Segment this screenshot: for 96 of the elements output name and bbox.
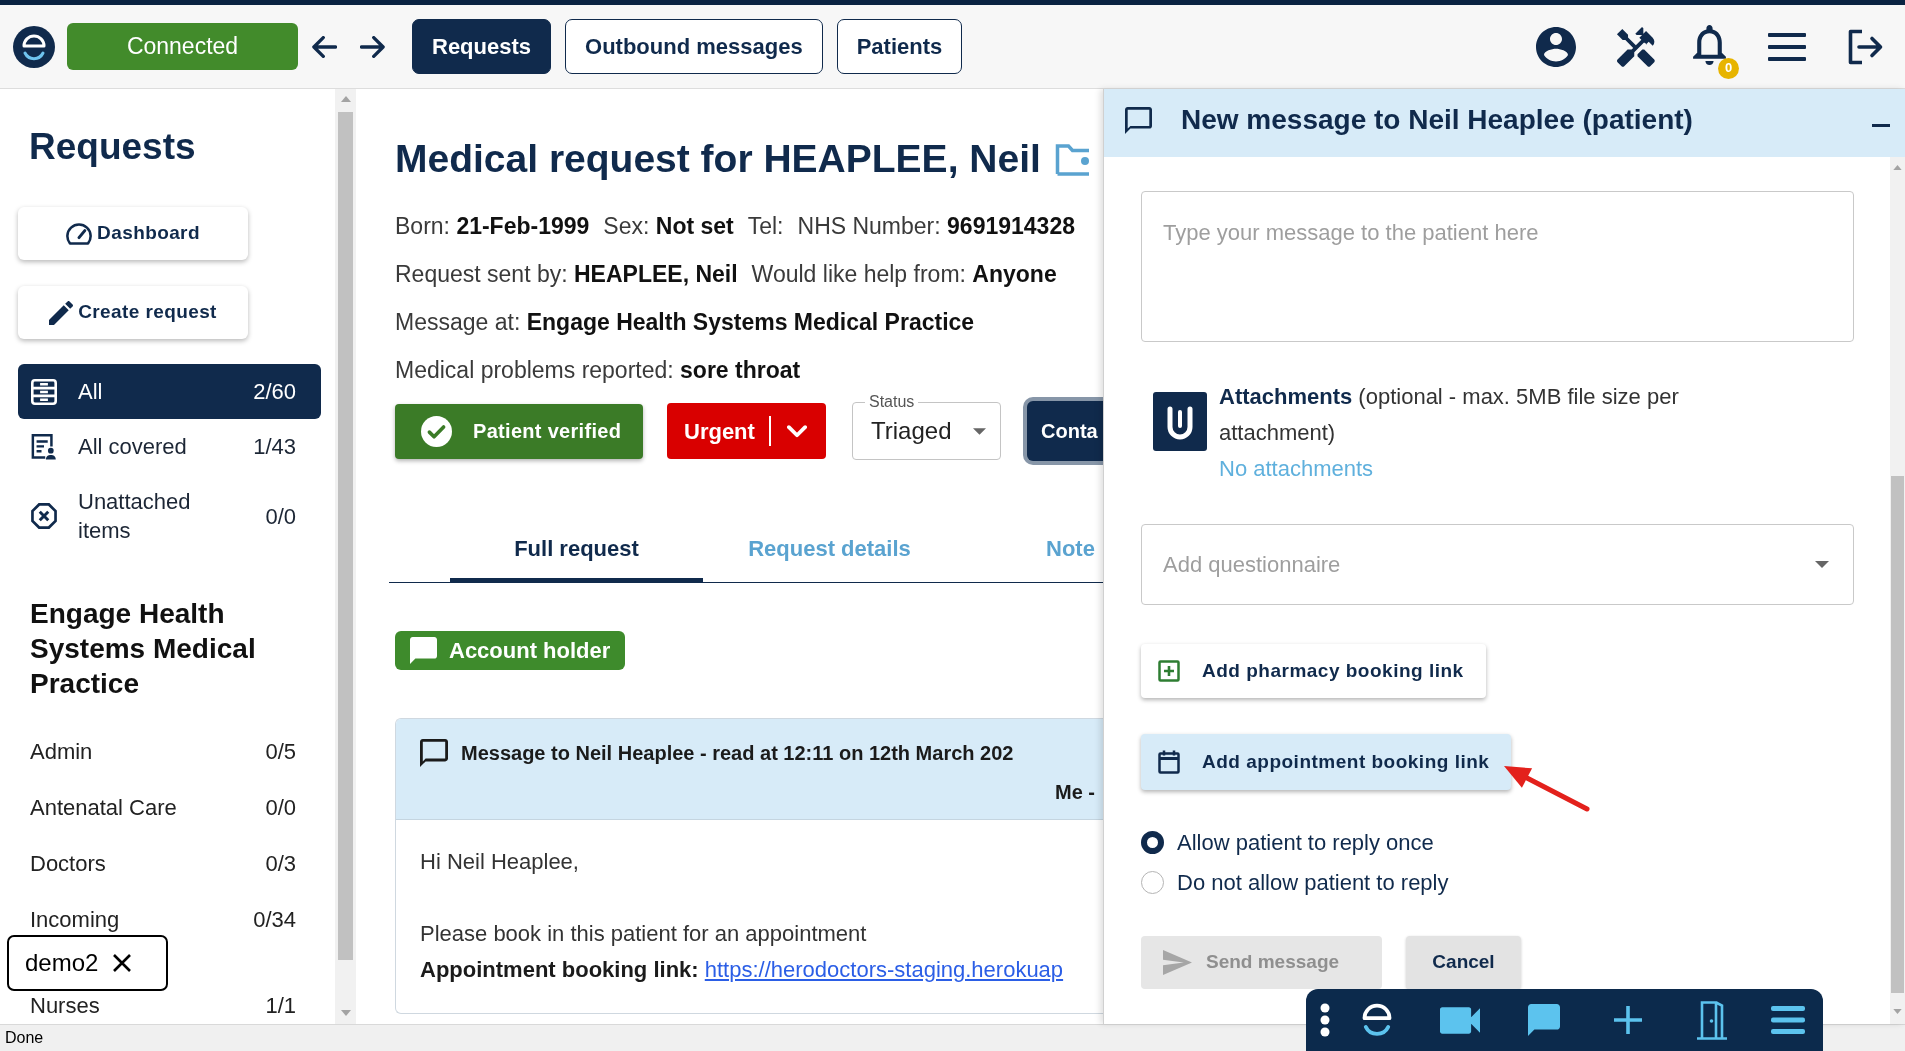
attachments-text: Attachments (optional - max. 5MB file size per attachment) — [1219, 383, 1680, 447]
reply-option-label[interactable]: Do not allow patient to reply — [1177, 865, 1449, 899]
caret-down-icon[interactable] — [1815, 561, 1829, 568]
team-label[interactable]: Nurses — [30, 993, 100, 1019]
chat-bubble-icon — [1125, 106, 1152, 134]
door-icon[interactable] — [1694, 1000, 1730, 1040]
plus-square-icon — [1158, 660, 1180, 682]
team-count: 0/3 — [265, 851, 296, 877]
user-icon[interactable] — [1536, 26, 1576, 67]
detail-text: Message at: Engage Health Systems Medical Practice — [395, 307, 975, 337]
detail-text: NHS Number: 9691914328 — [797, 211, 1075, 241]
priority-button[interactable]: Urgent — [667, 403, 826, 459]
item-count: 2/60 — [253, 378, 296, 406]
request-title: Medical request for HEAPLEE, Neil — [395, 136, 1041, 182]
booking-link-text: Appointment booking link: https://herodoctors-staging.herokuap — [420, 956, 1064, 984]
sidebar-title: Requests — [29, 125, 196, 169]
team-count: 0/0 — [265, 795, 296, 821]
message-sender: Me - — [1055, 780, 1095, 805]
booking-link[interactable]: https://herodoctors-staging.herokuap — [704, 957, 1064, 982]
team-label[interactable]: Admin — [30, 739, 93, 765]
status-text: Done — [5, 1028, 44, 1048]
composer-title: New message to Neil Heaplee (patient) — [1181, 103, 1693, 137]
logout-icon[interactable] — [1846, 27, 1884, 66]
item-count: 1/43 — [253, 433, 296, 461]
calendar-icon — [1158, 750, 1180, 774]
team-label[interactable]: Incoming — [30, 907, 120, 933]
detail-text: Request sent by: HEAPLEE, Neil — [395, 259, 738, 289]
questionnaire-select[interactable]: Add questionnaire — [1141, 524, 1854, 605]
detail-text: Would like help from: Anyone — [751, 259, 1057, 289]
session-name: demo2 — [25, 948, 99, 978]
caret-down-icon — [973, 427, 986, 435]
detail-text: Sex: Not set — [603, 211, 734, 241]
team-count: 1/1 — [265, 993, 296, 1019]
booking-link-button[interactable]: Add pharmacy booking link — [1141, 644, 1486, 698]
x-octagon-icon — [31, 503, 57, 529]
item-count: 0/0 — [265, 502, 296, 531]
close-icon[interactable] — [112, 953, 133, 973]
connection-status: Connected — [67, 23, 298, 70]
message-text: Hi Neil Heaplee, — [420, 848, 579, 876]
questionnaire-input[interactable]: Add questionnaire — [1163, 548, 1815, 581]
nav-tab[interactable]: Outbound messages — [565, 19, 823, 74]
patient-verified-button[interactable]: Patient verified — [395, 403, 643, 459]
practice-heading: Engage Health Systems Medical Practice — [30, 597, 257, 701]
notification-badge: 0 — [1718, 57, 1739, 79]
logo-icon[interactable] — [1362, 1003, 1392, 1037]
account-holder-label: Account holder — [449, 637, 611, 665]
plus-icon[interactable] — [1613, 1005, 1643, 1035]
detail-text: Tel: — [747, 211, 784, 241]
chat-bubble-icon — [420, 739, 448, 767]
nav-tab[interactable]: Requests — [412, 19, 552, 74]
filter-item[interactable]: Unattached items 0/0 — [18, 474, 321, 558]
chat-bubble-icon[interactable] — [1528, 1004, 1560, 1036]
bell-icon[interactable] — [1693, 24, 1726, 65]
attachments-status: No attachments — [1219, 455, 1374, 483]
logo-icon[interactable] — [13, 25, 55, 68]
minimize-icon[interactable] — [1872, 123, 1890, 127]
video-camera-icon[interactable] — [1440, 1006, 1480, 1034]
reply-option-label[interactable]: Allow patient to reply once — [1177, 825, 1434, 859]
team-count: 0/5 — [265, 739, 296, 765]
menu-icon[interactable] — [1768, 32, 1806, 61]
cancel-button[interactable]: Cancel — [1406, 936, 1521, 989]
tools-icon[interactable] — [1616, 26, 1656, 67]
menu-icon[interactable] — [1771, 1006, 1805, 1034]
dashboard-button[interactable]: Dashboard — [18, 207, 248, 260]
team-label[interactable]: Doctors — [30, 851, 106, 877]
message-title: Message to Neil Heaplee - read at 12:11 on 12th March 202 — [461, 741, 1014, 766]
team-count: 0/34 — [253, 907, 296, 933]
booking-link-button[interactable]: Add appointment booking link — [1141, 734, 1512, 790]
check-circle-icon — [421, 415, 452, 447]
detail-text: Medical problems reported: sore throat — [395, 355, 801, 385]
radio-button[interactable] — [1141, 870, 1164, 894]
dots-vertical-icon[interactable] — [1320, 1003, 1330, 1037]
pencil-icon — [49, 300, 74, 325]
content-tab[interactable]: Full request — [450, 523, 703, 583]
send-icon — [1163, 950, 1192, 975]
filter-item[interactable]: All 2/60 — [18, 364, 321, 419]
chevron-down-icon[interactable] — [786, 424, 807, 438]
chat-bubble-icon — [410, 637, 437, 664]
scrollbar-thumb[interactable] — [338, 112, 353, 960]
message-text: Please book in this patient for an appointment — [420, 920, 867, 948]
detail-text: Born: 21-Feb-1999 — [395, 211, 590, 241]
tray-icon — [31, 378, 57, 405]
arrow-left-icon[interactable] — [311, 35, 337, 58]
scrollbar-thumb[interactable] — [1891, 476, 1904, 993]
message-input[interactable]: Type your message to the patient here — [1141, 191, 1854, 342]
nav-tab[interactable]: Patients — [836, 19, 963, 74]
document-person-icon — [31, 433, 57, 460]
paperclip-icon[interactable] — [1153, 392, 1207, 451]
radio-button[interactable] — [1141, 830, 1164, 854]
team-label[interactable]: Antenatal Care — [30, 795, 177, 821]
arrow-right-icon[interactable] — [360, 35, 386, 58]
folder-icon[interactable] — [1054, 141, 1089, 177]
create-request-button[interactable]: Create request — [18, 286, 248, 339]
gauge-icon — [66, 222, 93, 245]
contact-button[interactable]: Conta — [1023, 397, 1103, 465]
filter-item[interactable]: All covered 1/43 — [18, 419, 321, 474]
